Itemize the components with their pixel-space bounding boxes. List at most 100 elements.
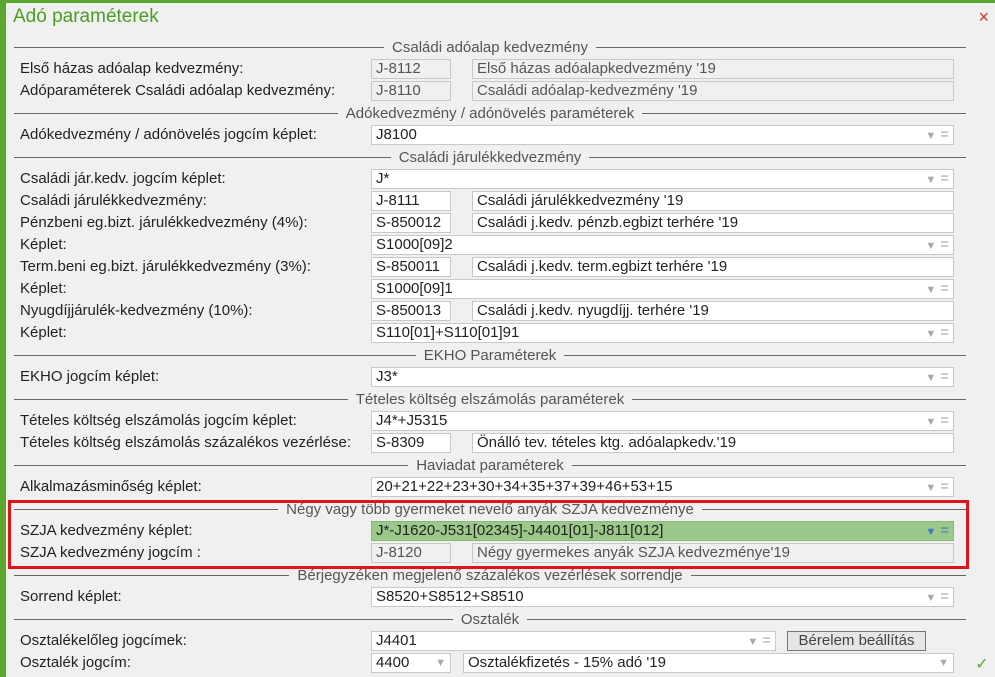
code-field[interactable]: S-850013 — [371, 301, 451, 321]
formula-combo[interactable]: J* ▼ = — [371, 169, 954, 189]
chevron-down-icon[interactable]: ▼ — [925, 416, 936, 428]
chevron-down-icon[interactable]: ▼ — [925, 372, 936, 384]
dropdown-controls[interactable]: ▼ = — [747, 632, 771, 650]
formula-combo[interactable]: J4401 ▼ = — [371, 631, 776, 651]
chevron-down-icon[interactable]: ▼ — [435, 654, 446, 672]
dropdown-controls[interactable]: ▼ = — [925, 478, 949, 496]
name-select[interactable]: Osztalékfizetés - 15% adó '19 ▼ — [463, 653, 954, 673]
formula-value: J4401 — [376, 632, 417, 649]
section-header: Adókedvezmény / adónövelés paraméterek — [6, 102, 995, 124]
equals-icon[interactable]: = — [940, 126, 949, 143]
field-label: SZJA kedvezmény képlet: — [20, 522, 193, 539]
chevron-down-icon[interactable]: ▼ — [925, 482, 936, 494]
dropdown-controls[interactable]: ▼ = — [925, 236, 949, 254]
code-field[interactable]: J-8110 — [371, 81, 451, 101]
form-row: Osztalék jogcím: 4400 ▼ Osztalékfizetés - 1… — [6, 652, 995, 674]
formula-combo[interactable]: S8520+S8512+S8510 ▼ = — [371, 587, 954, 607]
form-row: SZJA kedvezmény jogcím : J-8120 Négy gyerm… — [6, 542, 995, 564]
section-header: Bérjegyzéken megjelenő százalékos vezérl… — [6, 564, 995, 586]
form-row: Tételes költség elszámolás paraméterek — [6, 388, 995, 410]
section-title: Bérjegyzéken megjelenő százalékos vezérl… — [297, 566, 683, 584]
chevron-down-icon[interactable]: ▼ — [925, 592, 936, 604]
equals-icon[interactable]: = — [940, 236, 949, 253]
name-field[interactable]: Családi adóalap-kedvezmény '19 — [472, 81, 954, 101]
name-field[interactable]: Családi járulékkedvezmény '19 — [472, 191, 954, 211]
ok-check-icon[interactable]: ✓ — [971, 654, 993, 676]
dropdown-controls[interactable]: ▼ = — [925, 324, 949, 342]
section-title: Haviadat paraméterek — [416, 456, 564, 474]
form-row: EKHO Paraméterek — [6, 344, 995, 366]
formula-combo[interactable]: S1000[09]1 ▼ = — [371, 279, 954, 299]
chevron-down-icon[interactable]: ▼ — [925, 174, 936, 186]
chevron-down-icon[interactable]: ▼ — [925, 130, 936, 142]
field-label: Sorrend képlet: — [20, 588, 122, 605]
form-row: Képlet: S1000[09]2 ▼ = — [6, 234, 995, 256]
form-row: Pénzbeni eg.bizt. járulékkedvezmény (4%)… — [6, 212, 995, 234]
equals-icon[interactable]: = — [762, 632, 771, 649]
chevron-down-icon[interactable]: ▼ — [925, 328, 936, 340]
equals-icon[interactable]: = — [940, 324, 949, 341]
field-label: Adókedvezmény / adónövelés jogcím képlet… — [20, 126, 317, 143]
formula-combo[interactable]: J8100 ▼ = — [371, 125, 954, 145]
formula-value: J3* — [376, 368, 398, 385]
formula-combo[interactable]: J*-J1620-J531[02345]-J4401[01]-J811[012]… — [371, 521, 954, 541]
dropdown-controls[interactable]: ▼ = — [925, 412, 949, 430]
field-label: Képlet: — [20, 324, 67, 341]
section-header: Családi adóalap kedvezmény — [6, 36, 995, 58]
chevron-down-icon[interactable]: ▼ — [747, 636, 758, 648]
form-row: Családi adóalap kedvezmény — [6, 36, 995, 58]
code-field[interactable]: J-8112 — [371, 59, 451, 79]
name-field[interactable]: Családi j.kedv. term.egbizt terhére '19 — [472, 257, 954, 277]
formula-value: J* — [376, 170, 390, 187]
dropdown-controls[interactable]: ▼ = — [925, 588, 949, 606]
berelem-beallitas-button[interactable]: Bérelem beállítás — [787, 631, 926, 651]
code-field[interactable]: J-8120 — [371, 543, 451, 563]
code-field[interactable]: J-8111 — [371, 191, 451, 211]
close-icon[interactable]: × — [978, 7, 989, 28]
field-label: Családi járulékkedvezmény: — [20, 192, 207, 209]
formula-combo[interactable]: S1000[09]2 ▼ = — [371, 235, 954, 255]
code-field[interactable]: S-8309 — [371, 433, 451, 453]
name-field[interactable]: Első házas adóalapkedvezmény '19 — [472, 59, 954, 79]
equals-icon[interactable]: = — [940, 280, 949, 297]
chevron-down-icon[interactable]: ▼ — [925, 240, 936, 252]
code-field[interactable]: S-850011 — [371, 257, 451, 277]
section-header: Haviadat paraméterek — [6, 454, 995, 476]
dropdown-controls[interactable]: ▼ = — [925, 280, 949, 298]
form-row: Adókedvezmény / adónövelés paraméterek — [6, 102, 995, 124]
field-label: SZJA kedvezmény jogcím : — [20, 544, 201, 561]
equals-icon[interactable]: = — [940, 522, 949, 539]
field-label: Tételes költség elszámolás jogcím képlet… — [20, 412, 297, 429]
form-row: Tételes költség elszámolás százalékos ve… — [6, 432, 995, 454]
equals-icon[interactable]: = — [940, 478, 949, 495]
equals-icon[interactable]: = — [940, 412, 949, 429]
chevron-down-icon[interactable]: ▼ — [925, 526, 936, 538]
field-label: Osztalékelőleg jogcímek: — [20, 632, 187, 649]
formula-value: J*-J1620-J531[02345]-J4401[01]-J811[012] — [376, 522, 664, 539]
dropdown-controls[interactable]: ▼ = — [925, 126, 949, 144]
name-field[interactable]: Családi j.kedv. pénzb.egbizt terhére '19 — [472, 213, 954, 233]
code-select[interactable]: 4400 ▼ — [371, 653, 451, 673]
equals-icon[interactable]: = — [940, 368, 949, 385]
formula-combo[interactable]: 20+21+22+23+30+34+35+37+39+46+53+15 ▼ = — [371, 477, 954, 497]
formula-combo[interactable]: J4*+J5315 ▼ = — [371, 411, 954, 431]
dropdown-controls[interactable]: ▼ = — [925, 170, 949, 188]
name-field[interactable]: Önálló tev. tételes ktg. adóalapkedv.'19 — [472, 433, 954, 453]
equals-icon[interactable]: = — [940, 588, 949, 605]
section-title: Családi járulékkedvezmény — [398, 148, 582, 166]
name-field[interactable]: Családi j.kedv. nyugdíjj. terhére '19 — [472, 301, 954, 321]
name-field[interactable]: Négy gyermekes anyák SZJA kedvezménye'19 — [472, 543, 954, 563]
form-row: SZJA kedvezmény képlet: J*-J1620-J531[023… — [6, 520, 995, 542]
code-field[interactable]: S-850012 — [371, 213, 451, 233]
formula-value: 20+21+22+23+30+34+35+37+39+46+53+15 — [376, 478, 673, 495]
form-row: Term.beni eg.bizt. járulékkedvezmény (3%… — [6, 256, 995, 278]
dropdown-controls[interactable]: ▼ = — [925, 368, 949, 386]
chevron-down-icon[interactable]: ▼ — [925, 284, 936, 296]
formula-combo[interactable]: J3* ▼ = — [371, 367, 954, 387]
section-title: EKHO Paraméterek — [423, 346, 557, 364]
chevron-down-icon[interactable]: ▼ — [938, 654, 949, 672]
dropdown-controls[interactable]: ▼ = — [925, 522, 949, 540]
equals-icon[interactable]: = — [940, 170, 949, 187]
form-row: Alkalmazásminőség képlet: 20+21+22+23+30+… — [6, 476, 995, 498]
formula-combo[interactable]: S110[01]+S110[01]91 ▼ = — [371, 323, 954, 343]
